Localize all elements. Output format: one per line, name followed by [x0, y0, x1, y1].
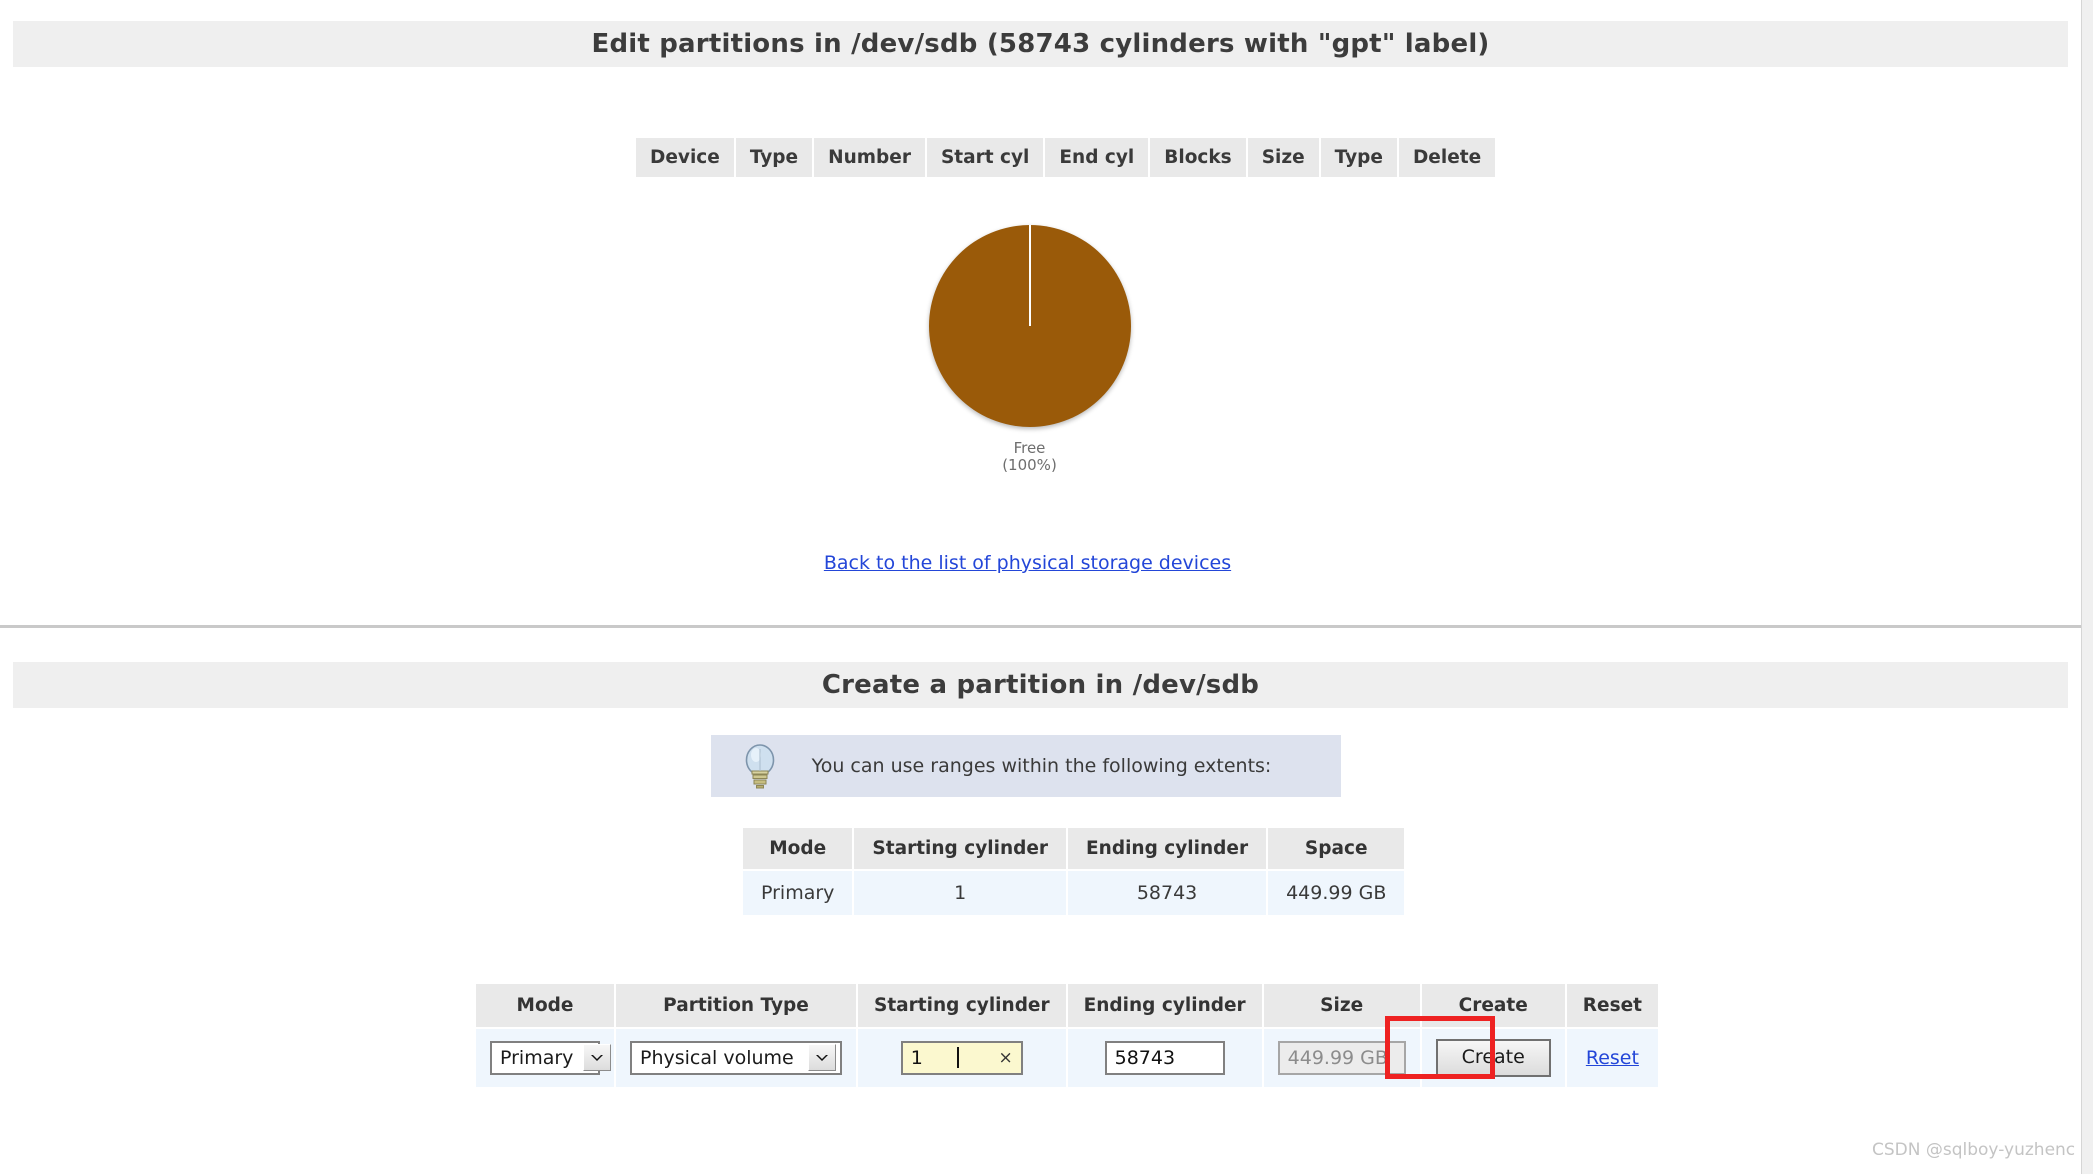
form-col-mode: Mode — [476, 984, 614, 1027]
extents-col-space: Space — [1268, 828, 1405, 869]
column-header-blocks: Blocks — [1150, 138, 1246, 177]
create-partition-header: Create a partition in /dev/sdb — [13, 662, 2068, 708]
section-divider — [0, 625, 2081, 628]
disk-usage-pie-chart: Free (100%) — [927, 225, 1132, 474]
column-header-start-cyl: Start cyl — [926, 138, 1044, 177]
chevron-down-icon[interactable] — [808, 1044, 836, 1072]
clear-icon[interactable]: × — [993, 1048, 1013, 1068]
form-col-reset: Reset — [1566, 984, 1658, 1027]
extents-header-row: Mode Starting cylinder Ending cylinder S… — [743, 828, 1405, 869]
extents-cell-end: 58743 — [1068, 871, 1267, 915]
extents-cell-start: 1 — [854, 871, 1067, 915]
extents-cell-space: 449.99 GB — [1268, 871, 1405, 915]
back-to-storage-devices-link[interactable]: Back to the list of physical storage dev… — [824, 552, 1231, 574]
partition-type-select[interactable]: Physical volume — [630, 1040, 842, 1075]
reset-link[interactable]: Reset — [1586, 1047, 1639, 1069]
column-header-device: Device — [636, 138, 734, 177]
extents-table: Mode Starting cylinder Ending cylinder S… — [741, 826, 1406, 917]
hint-text: You can use ranges within the following … — [811, 755, 1272, 777]
form-col-size: Size — [1263, 984, 1420, 1027]
lightbulb-icon — [738, 741, 782, 791]
cell-size: 449.99 GB — [1263, 1029, 1420, 1087]
form-input-row: Primary Physical volume 1 × 58743 449.99… — [476, 1029, 1658, 1087]
ending-cylinder-input[interactable]: 58743 — [1104, 1040, 1225, 1075]
text-caret — [957, 1047, 959, 1069]
hint-box: You can use ranges within the following … — [711, 735, 1341, 797]
cell-create: Create — [1421, 1029, 1565, 1087]
chevron-down-icon[interactable] — [583, 1044, 612, 1072]
edit-partitions-header: Edit partitions in /dev/sdb (58743 cylin… — [13, 21, 2068, 67]
form-header-row: Mode Partition Type Starting cylinder En… — [476, 984, 1658, 1027]
pie-legend-percent: (100%) — [1002, 455, 1057, 474]
form-col-start-cyl: Starting cylinder — [858, 984, 1066, 1027]
cell-starting-cylinder: 1 × — [858, 1029, 1066, 1087]
back-link-container: Back to the list of physical storage dev… — [0, 552, 2055, 574]
create-button[interactable]: Create — [1435, 1039, 1551, 1077]
ending-cylinder-value: 58743 — [1114, 1046, 1176, 1069]
column-header-type-2: Type — [1320, 138, 1397, 177]
partitions-table: Device Type Number Start cyl End cyl Blo… — [634, 138, 1497, 177]
create-partition-title: Create a partition in /dev/sdb — [821, 670, 1260, 700]
form-col-end-cyl: Ending cylinder — [1067, 984, 1262, 1027]
pie-slice-free — [928, 225, 1131, 427]
form-col-create: Create — [1421, 984, 1565, 1027]
mode-select[interactable]: Primary — [490, 1040, 612, 1075]
column-header-size: Size — [1247, 138, 1319, 177]
extents-col-mode: Mode — [743, 828, 853, 869]
pie-legend-label: Free — [1013, 439, 1046, 457]
create-partition-form: Mode Partition Type Starting cylinder En… — [474, 982, 1660, 1089]
form-col-part-type: Partition Type — [616, 984, 856, 1027]
column-header-type: Type — [735, 138, 813, 177]
cell-ending-cylinder: 58743 — [1067, 1029, 1262, 1087]
page-title: Edit partitions in /dev/sdb (58743 cylin… — [591, 29, 1490, 59]
column-header-end-cyl: End cyl — [1045, 138, 1149, 177]
watermark: CSDN @sqlboy-yuzhenc — [1872, 1140, 2076, 1160]
pie-legend: Free (100%) — [927, 440, 1132, 474]
cell-partition-type: Physical volume — [616, 1029, 856, 1087]
pie-slice-divider — [1028, 225, 1031, 326]
extents-cell-mode: Primary — [743, 871, 853, 915]
partitions-table-header-row: Device Type Number Start cyl End cyl Blo… — [636, 138, 1496, 177]
page-scrollbar[interactable] — [2081, 0, 2093, 1174]
extents-col-end: Ending cylinder — [1068, 828, 1267, 869]
size-input-readonly: 449.99 GB — [1277, 1040, 1406, 1075]
cell-mode: Primary — [476, 1029, 614, 1087]
column-header-delete: Delete — [1398, 138, 1496, 177]
starting-cylinder-value: 1 — [910, 1046, 923, 1069]
size-value: 449.99 GB — [1287, 1046, 1388, 1069]
partition-type-select-value: Physical volume — [640, 1046, 794, 1069]
column-header-number: Number — [814, 138, 925, 177]
extents-col-start: Starting cylinder — [854, 828, 1067, 869]
mode-select-value: Primary — [500, 1046, 574, 1069]
cell-reset: Reset — [1566, 1029, 1658, 1087]
table-row: Primary 1 58743 449.99 GB — [743, 871, 1405, 915]
starting-cylinder-input[interactable]: 1 × — [900, 1040, 1023, 1075]
